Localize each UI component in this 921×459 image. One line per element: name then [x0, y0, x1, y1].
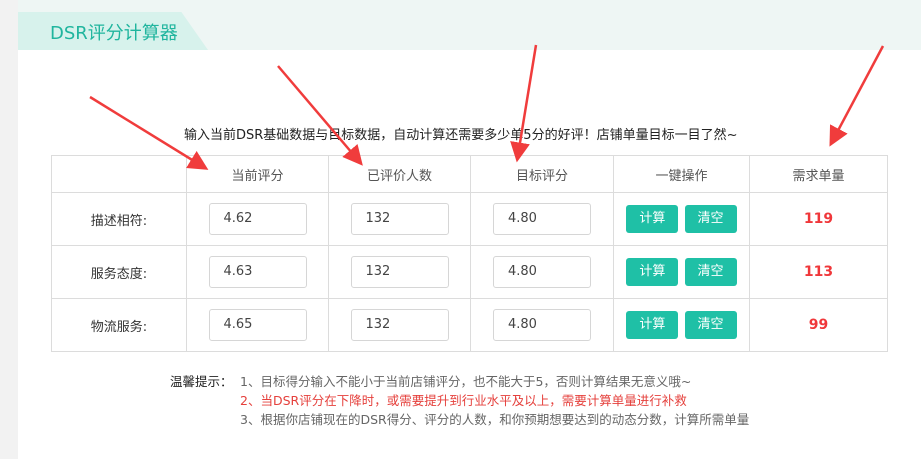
annotation-arrow [89, 95, 209, 170]
annotation-arrow [277, 65, 363, 166]
annotation-arrows [89, 44, 885, 170]
annotation-arrow [510, 44, 538, 163]
annotation-arrow [829, 45, 885, 147]
